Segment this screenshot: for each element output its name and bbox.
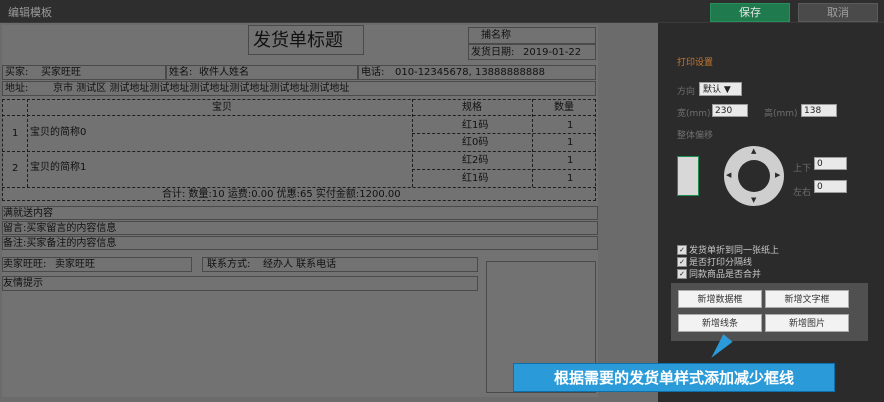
window-title: 编辑模板 [8, 6, 52, 19]
seller-box[interactable]: 卖家旺旺: 卖家旺旺 [2, 257, 192, 272]
direction-label: 方向 [677, 87, 696, 97]
ship-date-value: 2019-01-22 [523, 47, 582, 58]
height-input[interactable]: 138 [801, 104, 837, 117]
recipient-box[interactable]: 姓名: 收件人姓名 [166, 65, 358, 80]
phone-value: 010-12345678, 13888888888 [395, 67, 545, 78]
print-settings-panel: 打印设置 方向 默认 ▼ 宽(mm) 230 高(mm) 138 整体偏移 ▲ … [660, 23, 884, 402]
recipient-label: 姓名: [169, 67, 193, 78]
row-qty: 1 [567, 120, 574, 131]
title-box[interactable]: 发货单标题 [248, 25, 364, 55]
offset-label: 整体偏移 [677, 131, 714, 141]
remark-box[interactable]: 备注:买家备注的内容信息 [2, 236, 598, 250]
buyer-message-box[interactable]: 留言:买家留言的内容信息 [2, 221, 598, 235]
row-qty: 1 [567, 137, 574, 148]
address-value: 京市 测试区 测试地址测试地址测试地址测试地址测试地址测试地址 [53, 83, 350, 94]
arrow-left-icon[interactable]: ◀ [726, 171, 731, 179]
table-divider [2, 151, 596, 152]
gift-note-box[interactable]: 满就送内容 [2, 206, 598, 220]
phone-box[interactable]: 电话: 010-12345678, 13888888888 [358, 65, 596, 80]
row-spec: 红1码 [462, 173, 489, 184]
gift-note: 满就送内容 [3, 208, 53, 219]
contact-value: 经办人 联系电话 [263, 259, 337, 270]
buyer-label: 买家: [5, 67, 29, 78]
seller-value: 卖家旺旺 [55, 259, 95, 270]
ship-date-box[interactable]: 发货日期: 2019-01-22 [468, 44, 596, 60]
remark: 备注:买家备注的内容信息 [3, 238, 117, 249]
updown-label: 上下 [793, 164, 812, 174]
save-button[interactable]: 保存 [710, 3, 790, 22]
contact-box[interactable]: 联系方式: 经办人 联系电话 [202, 257, 478, 272]
row-number: 1 [12, 128, 19, 139]
joystick-center [738, 160, 770, 192]
leftright-label: 左右 [793, 188, 812, 198]
template-canvas[interactable]: 发货单标题 捕名称 发货日期: 2019-01-22 买家: 买家旺旺 姓名: … [0, 23, 658, 402]
arrow-up-icon[interactable]: ▲ [751, 147, 756, 155]
table-divider [412, 99, 413, 187]
page-title: 发货单标题 [253, 30, 343, 51]
table-summary: 合计: 数量:10 运费:0.00 优惠:65 实付金额:1200.00 [162, 189, 401, 200]
address-label: 地址: [5, 83, 29, 94]
add-text-box-button[interactable]: 新增文字框 [765, 290, 849, 308]
table-divider [27, 99, 28, 187]
buyer-value: 买家旺旺 [41, 67, 81, 78]
buyer-message: 留言:买家留言的内容信息 [3, 223, 117, 234]
template-paper: 发货单标题 捕名称 发货日期: 2019-01-22 买家: 买家旺旺 姓名: … [2, 25, 598, 397]
address-box[interactable]: 地址: 京市 测试区 测试地址测试地址测试地址测试地址测试地址测试地址 [2, 81, 596, 96]
table-divider [2, 115, 596, 116]
ship-date-label: 发货日期: [471, 47, 515, 58]
seller-label: 卖家旺旺: [3, 259, 47, 270]
table-divider [412, 169, 596, 170]
add-line-button[interactable]: 新增线条 [678, 314, 762, 332]
offset-joystick[interactable]: ▲ ▼ ◀ ▶ [724, 146, 784, 206]
row-spec: 红1码 [462, 120, 489, 131]
merge-checkbox[interactable]: ✓ [677, 269, 687, 279]
table-divider [412, 133, 596, 134]
fold-checkbox[interactable]: ✓ [677, 245, 687, 255]
print-settings-title: 打印设置 [677, 58, 714, 68]
direction-select[interactable]: 默认 ▼ [699, 82, 742, 96]
buyer-box[interactable]: 买家: 买家旺旺 [2, 65, 166, 80]
contact-label: 联系方式: [207, 259, 251, 270]
tip-text: 友情提示 [3, 278, 43, 289]
column-header-item: 宝贝 [212, 102, 232, 113]
width-input[interactable]: 230 [712, 104, 748, 117]
updown-input[interactable]: 0 [814, 157, 847, 170]
shop-name-box[interactable]: 捕名称 [468, 27, 596, 44]
row-qty: 1 [567, 173, 574, 184]
tip-box[interactable]: 友情提示 [2, 276, 478, 291]
height-label: 高(mm) [764, 109, 798, 119]
arrow-right-icon[interactable]: ▶ [775, 171, 780, 179]
paper-thumbnail[interactable] [677, 156, 699, 196]
title-bar: 编辑模板 保存 取消 [0, 0, 884, 23]
phone-label: 电话: [361, 67, 385, 78]
leftright-input[interactable]: 0 [814, 180, 847, 193]
row-item-name: 宝贝的简称0 [30, 127, 87, 138]
row-qty: 1 [567, 155, 574, 166]
row-spec: 红0码 [462, 137, 489, 148]
merge-label: 同款商品是否合并 [689, 270, 762, 280]
row-number: 2 [12, 163, 19, 174]
cancel-button[interactable]: 取消 [798, 3, 878, 22]
add-data-box-button[interactable]: 新增数据框 [678, 290, 762, 308]
separator-checkbox[interactable]: ✓ [677, 257, 687, 267]
width-label: 宽(mm) [677, 109, 711, 119]
add-image-button[interactable]: 新增图片 [765, 314, 849, 332]
table-divider [532, 99, 533, 187]
column-header-qty: 数量 [554, 102, 574, 113]
row-spec: 红2码 [462, 155, 489, 166]
recipient-value: 收件人姓名 [199, 67, 249, 78]
add-element-panel: 新增数据框 新增文字框 新增线条 新增图片 [671, 283, 868, 341]
row-item-name: 宝贝的简称1 [30, 162, 87, 173]
column-header-spec: 规格 [462, 102, 482, 113]
shop-name: 捕名称 [481, 30, 511, 41]
callout-banner: 根据需要的发货单样式添加减少框线 [513, 363, 835, 392]
arrow-down-icon[interactable]: ▼ [751, 196, 756, 204]
